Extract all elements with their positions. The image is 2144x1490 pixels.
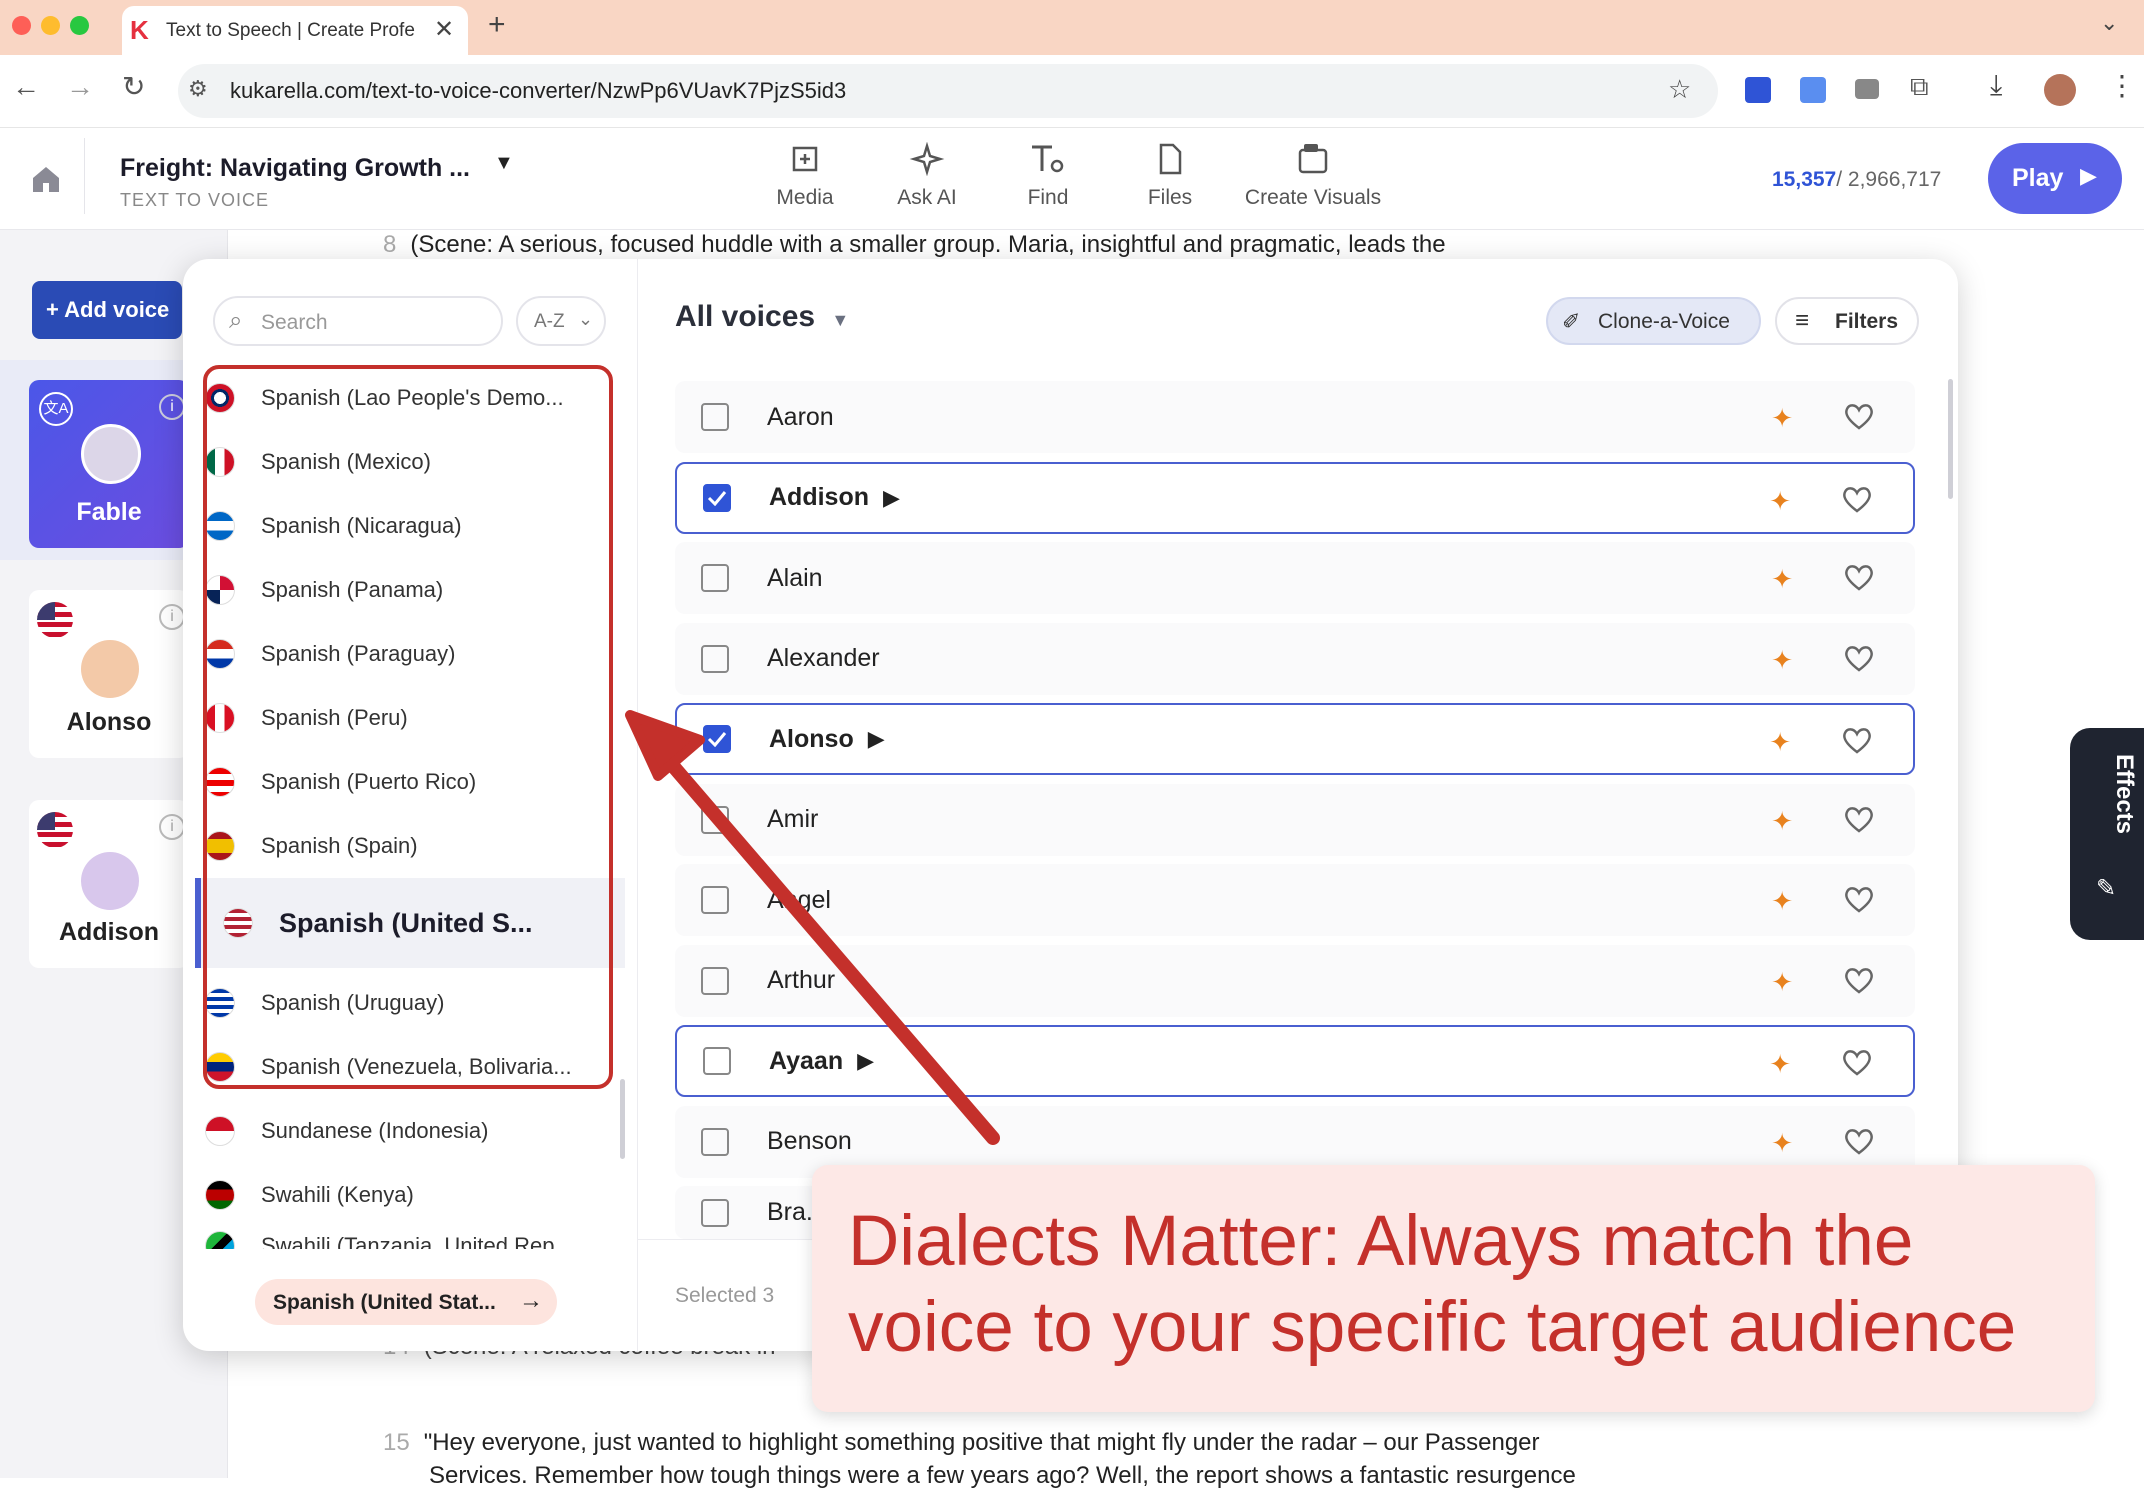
callout-line: Dialects Matter: Always match the <box>848 1202 1914 1281</box>
callout-line: voice to your specific target audience <box>848 1288 2017 1367</box>
annotation-callout: Dialects Matter: Always match the voice … <box>812 1165 2095 1412</box>
callout-text: Dialects Matter: Always match the voice … <box>848 1199 2016 1371</box>
